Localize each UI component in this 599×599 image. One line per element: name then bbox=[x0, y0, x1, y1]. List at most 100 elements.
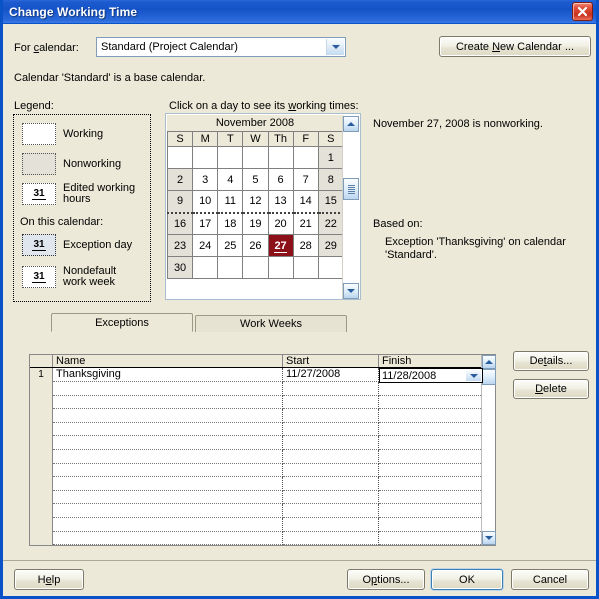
cell-start[interactable] bbox=[283, 382, 379, 396]
cell-finish[interactable] bbox=[379, 409, 483, 423]
cell-name[interactable] bbox=[53, 477, 283, 491]
calendar-day-working[interactable]: 6 bbox=[267, 168, 294, 191]
exceptions-grid[interactable]: Name Start Finish 1 Thanksgiving 11/27/200… bbox=[29, 354, 496, 546]
calendar-day-working[interactable]: 3 bbox=[192, 168, 219, 191]
calendar-day-working[interactable]: 24 bbox=[192, 234, 219, 257]
close-icon[interactable] bbox=[572, 2, 593, 21]
calendar-day-working[interactable]: 4 bbox=[217, 168, 244, 191]
cell-name[interactable] bbox=[53, 382, 283, 396]
cell-start[interactable] bbox=[283, 477, 379, 491]
table-row[interactable] bbox=[30, 422, 495, 437]
calendar-day-nonworking[interactable]: 9 bbox=[166, 190, 194, 213]
calendar-day-working[interactable]: 17 bbox=[192, 211, 219, 235]
calendar-day-working[interactable]: 11 bbox=[217, 190, 244, 213]
calendar-day-working[interactable]: 20 bbox=[267, 211, 294, 235]
chevron-down-icon[interactable] bbox=[326, 39, 344, 55]
cell-name[interactable] bbox=[53, 436, 283, 450]
calendar-day-working[interactable]: 12 bbox=[242, 190, 269, 213]
table-row[interactable] bbox=[30, 504, 495, 518]
calendar-day-nonworking[interactable]: 8 bbox=[317, 168, 344, 191]
cell-start[interactable] bbox=[283, 504, 379, 518]
calendar-day-working[interactable]: 26 bbox=[242, 234, 269, 257]
cell-name[interactable] bbox=[53, 450, 283, 464]
calendar-day-nonworking[interactable]: 2 bbox=[166, 168, 194, 191]
cell-name[interactable] bbox=[53, 422, 283, 437]
calendar-scrollbar[interactable] bbox=[342, 116, 359, 299]
delete-button[interactable]: Delete bbox=[513, 379, 589, 399]
cell-start[interactable]: 11/27/2008 bbox=[283, 368, 379, 382]
scrollbar-thumb[interactable] bbox=[343, 178, 359, 200]
options-button[interactable]: Options... bbox=[347, 569, 425, 590]
cell-name[interactable] bbox=[53, 463, 283, 478]
details-button[interactable]: Details... bbox=[513, 351, 589, 371]
cell-finish[interactable] bbox=[379, 382, 483, 396]
table-row[interactable] bbox=[30, 490, 495, 505]
cell-start[interactable] bbox=[283, 518, 379, 532]
cell-name[interactable] bbox=[53, 490, 283, 505]
cell-start[interactable] bbox=[283, 395, 379, 410]
tab-work-weeks[interactable]: Work Weeks bbox=[195, 315, 347, 332]
calendar-day-working[interactable]: 21 bbox=[292, 211, 319, 235]
calendar-select[interactable]: Standard (Project Calendar) bbox=[96, 37, 346, 57]
cell-finish[interactable] bbox=[379, 396, 483, 410]
table-row[interactable] bbox=[30, 477, 495, 491]
grid-scrollbar[interactable] bbox=[481, 355, 496, 545]
cell-name[interactable] bbox=[53, 531, 283, 546]
cell-finish[interactable] bbox=[379, 436, 483, 450]
table-row[interactable] bbox=[30, 450, 495, 464]
cell-finish[interactable] bbox=[379, 518, 483, 532]
calendar-day-working[interactable]: 7 bbox=[292, 168, 319, 191]
cell-name[interactable] bbox=[53, 504, 283, 518]
scroll-down-icon[interactable] bbox=[343, 283, 359, 299]
calendar-day-nonworking[interactable]: 16 bbox=[166, 211, 194, 235]
scroll-up-icon[interactable] bbox=[343, 116, 359, 132]
table-row[interactable] bbox=[30, 409, 495, 423]
scrollbar-thumb[interactable] bbox=[482, 369, 496, 385]
finish-date-edit-cell[interactable]: 11/28/2008 bbox=[379, 368, 483, 384]
tab-exceptions[interactable]: Exceptions bbox=[51, 313, 193, 332]
cell-name[interactable] bbox=[53, 395, 283, 410]
table-row[interactable] bbox=[30, 531, 495, 546]
cell-finish[interactable] bbox=[379, 491, 483, 505]
cell-finish[interactable] bbox=[379, 423, 483, 437]
cell-start[interactable] bbox=[283, 450, 379, 464]
calendar-day-nonworking[interactable]: 15 bbox=[317, 190, 344, 213]
cancel-button[interactable]: Cancel bbox=[511, 569, 589, 590]
calendar-day-nonworking[interactable]: 30 bbox=[166, 256, 194, 279]
cell-start[interactable] bbox=[283, 436, 379, 450]
cell-start[interactable] bbox=[283, 490, 379, 505]
scroll-down-icon[interactable] bbox=[482, 531, 496, 545]
cell-finish[interactable] bbox=[379, 532, 483, 546]
table-row[interactable] bbox=[30, 395, 495, 410]
scroll-up-icon[interactable] bbox=[482, 355, 496, 369]
cell-start[interactable] bbox=[283, 531, 379, 546]
cell-name[interactable] bbox=[53, 409, 283, 423]
calendar-day-working[interactable]: 18 bbox=[217, 211, 244, 235]
table-row[interactable] bbox=[30, 463, 495, 478]
calendar-day-nonworking[interactable]: 23 bbox=[166, 234, 194, 257]
calendar-day-working[interactable]: 13 bbox=[267, 190, 294, 213]
calendar-day-working[interactable]: 28 bbox=[292, 234, 319, 257]
calendar-day-nonworking[interactable]: 22 bbox=[317, 211, 344, 235]
ok-button[interactable]: OK bbox=[431, 569, 503, 590]
cell-name[interactable] bbox=[53, 518, 283, 532]
cell-finish[interactable] bbox=[379, 464, 483, 478]
table-row[interactable] bbox=[30, 518, 495, 532]
calendar-day-working[interactable]: 19 bbox=[242, 211, 269, 235]
cell-start[interactable] bbox=[283, 422, 379, 437]
cell-finish[interactable] bbox=[379, 504, 483, 518]
create-new-calendar-button[interactable]: Create New Calendar ... bbox=[439, 36, 591, 57]
calendar-day-working[interactable]: 25 bbox=[217, 234, 244, 257]
calendar-grid[interactable]: S M T W Th F S 1 2 3 4 5 6 7 8 9 10 11 12 13 14 15 16 17… bbox=[166, 131, 344, 279]
chevron-down-icon[interactable] bbox=[466, 370, 481, 382]
table-row[interactable] bbox=[30, 382, 495, 396]
cell-finish[interactable] bbox=[379, 477, 483, 491]
calendar-day-nonworking[interactable]: 29 bbox=[317, 234, 344, 257]
table-row[interactable] bbox=[30, 436, 495, 450]
calendar-day-nonworking[interactable]: 1 bbox=[317, 146, 344, 169]
calendar-day-selected[interactable]: 27 bbox=[267, 234, 294, 257]
cell-finish[interactable] bbox=[379, 450, 483, 464]
calendar-day-working[interactable]: 5 bbox=[242, 168, 269, 191]
calendar-day-working[interactable]: 14 bbox=[292, 190, 319, 213]
cell-name[interactable]: Thanksgiving bbox=[53, 368, 283, 382]
